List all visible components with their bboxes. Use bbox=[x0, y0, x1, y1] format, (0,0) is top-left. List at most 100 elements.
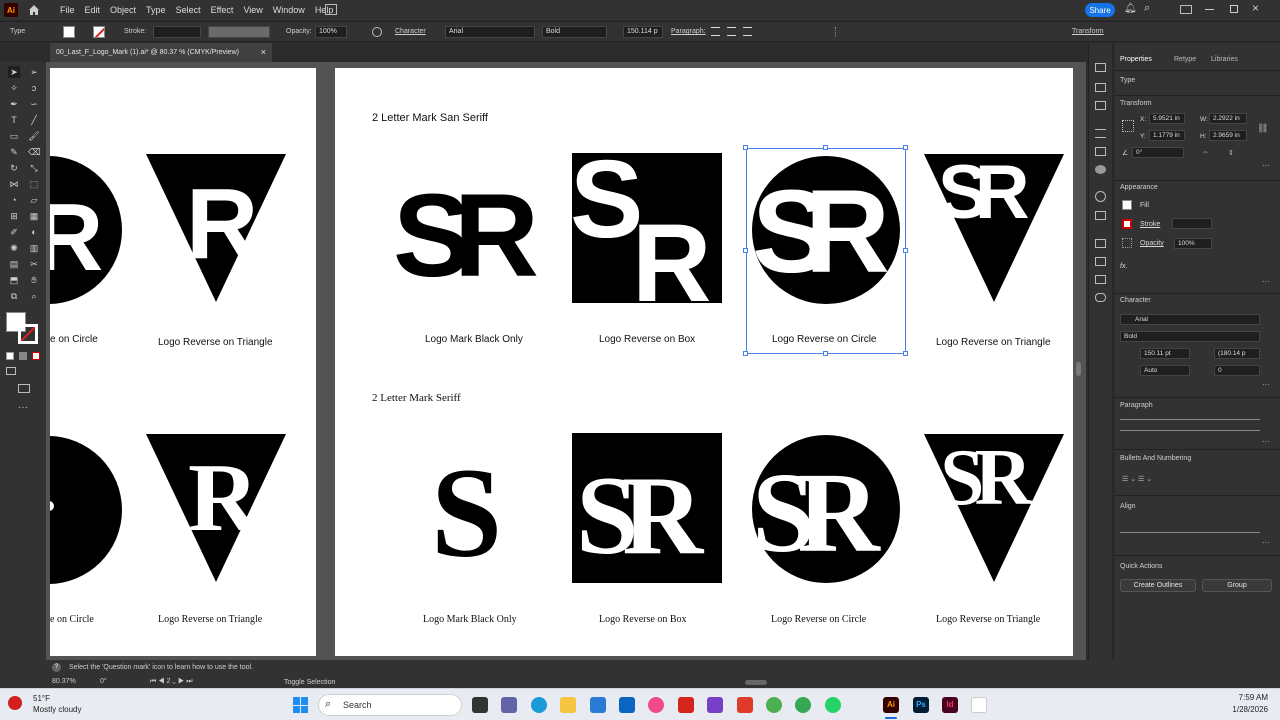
more-options-icon[interactable]: ··· bbox=[1262, 161, 1270, 170]
status-mode[interactable]: Toggle Selection bbox=[284, 679, 335, 686]
taskbar-search-input[interactable]: Search bbox=[318, 694, 462, 716]
opacity-field-panel[interactable]: 100% bbox=[1174, 238, 1212, 249]
panel-icon[interactable] bbox=[1095, 101, 1106, 110]
rotation-field[interactable]: 0° bbox=[100, 678, 140, 688]
blend-tool-icon[interactable]: ◐ bbox=[28, 226, 40, 238]
chart-tool-icon[interactable]: ▤ bbox=[8, 258, 20, 270]
selection-handle[interactable] bbox=[823, 145, 828, 150]
windows-start-icon[interactable] bbox=[293, 697, 309, 713]
panel-icon[interactable] bbox=[1095, 275, 1106, 284]
panel-icon[interactable] bbox=[1095, 63, 1106, 72]
font-family-field-panel[interactable]: Arial bbox=[1120, 314, 1260, 325]
app-logo[interactable]: Ai bbox=[4, 3, 18, 17]
group-button[interactable]: Group bbox=[1202, 579, 1272, 592]
selection-handle[interactable] bbox=[903, 248, 908, 253]
weather-icon[interactable] bbox=[8, 696, 22, 710]
tab-retype[interactable]: Retype bbox=[1174, 56, 1196, 63]
font-style-field-panel[interactable]: Bold bbox=[1120, 331, 1260, 342]
selection-handle[interactable] bbox=[743, 248, 748, 253]
selection-handle[interactable] bbox=[903, 145, 908, 150]
indesign-taskbar-icon[interactable]: Id bbox=[942, 697, 958, 713]
curvature-tool-icon[interactable]: ∽ bbox=[28, 98, 40, 110]
menu-view[interactable]: View bbox=[243, 5, 262, 15]
paragraph-link[interactable]: Paragraph: bbox=[671, 28, 706, 35]
type-tool-icon[interactable]: T bbox=[8, 114, 20, 126]
font-family-field[interactable]: Arial bbox=[445, 26, 535, 38]
lasso-tool-icon[interactable]: ↄ bbox=[28, 82, 40, 94]
panel-icon[interactable] bbox=[1095, 165, 1106, 174]
eyedropper-tool-icon[interactable]: ✐ bbox=[8, 226, 20, 238]
more-options-icon[interactable]: ··· bbox=[1262, 277, 1270, 286]
reference-point-icon[interactable] bbox=[1122, 120, 1134, 132]
horizontal-scrollbar[interactable] bbox=[745, 680, 767, 685]
align-right-icon[interactable] bbox=[743, 27, 752, 36]
app-red-icon[interactable] bbox=[737, 697, 753, 713]
stroke-weight-panel[interactable] bbox=[1172, 218, 1212, 229]
opacity-field[interactable]: 100% bbox=[315, 26, 347, 38]
home-icon[interactable] bbox=[28, 4, 40, 16]
create-outlines-button[interactable]: Create Outlines bbox=[1120, 579, 1196, 592]
slice-tool-icon[interactable]: ✂ bbox=[28, 258, 40, 270]
artboard-left[interactable]: R e on Circle R Logo Reverse on Triangle… bbox=[50, 68, 316, 656]
stroke-color-swatch[interactable] bbox=[18, 324, 38, 344]
store-icon[interactable] bbox=[590, 697, 606, 713]
panel-icon[interactable] bbox=[1095, 239, 1106, 248]
brush-field[interactable] bbox=[208, 26, 270, 38]
paragraph-align-buttons[interactable] bbox=[1120, 419, 1260, 431]
artboard-tool-icon[interactable]: ⬒ bbox=[8, 274, 20, 286]
zoom-tool-icon[interactable]: ⌕ bbox=[28, 290, 40, 302]
menu-file[interactable]: File bbox=[60, 5, 75, 15]
itunes-icon[interactable] bbox=[648, 697, 664, 713]
tracking-field-panel[interactable]: 0 bbox=[1214, 365, 1260, 376]
gradient-tool-icon[interactable]: ▦ bbox=[28, 210, 40, 222]
close-tab-icon[interactable]: × bbox=[261, 47, 266, 57]
chrome-icon[interactable] bbox=[795, 697, 811, 713]
whatsapp-icon[interactable] bbox=[825, 697, 841, 713]
panel-icon[interactable] bbox=[1095, 147, 1106, 156]
panel-icon[interactable] bbox=[1095, 129, 1106, 138]
opacity-label-panel[interactable]: Opacity bbox=[1140, 240, 1164, 247]
menu-window[interactable]: Window bbox=[273, 5, 305, 15]
app-feather-icon[interactable] bbox=[971, 697, 987, 713]
flip-horizontal-icon[interactable]: ⇔ bbox=[1202, 149, 1209, 156]
selection-handle[interactable] bbox=[903, 351, 908, 356]
none-mode-icon[interactable] bbox=[32, 352, 40, 360]
symbol-sprayer-tool-icon[interactable]: ✺ bbox=[8, 242, 20, 254]
stroke-swatch-panel[interactable] bbox=[1122, 219, 1132, 229]
vertical-scrollbar[interactable] bbox=[1076, 362, 1081, 376]
help-question-icon[interactable]: ? bbox=[52, 663, 61, 672]
menu-edit[interactable]: Edit bbox=[85, 5, 101, 15]
illustrator-taskbar-icon[interactable]: Ai bbox=[883, 697, 899, 713]
fill-swatch[interactable] bbox=[63, 26, 75, 38]
stroke-label-panel[interactable]: Stroke bbox=[1140, 221, 1160, 228]
perspective-tool-icon[interactable]: ▱ bbox=[28, 194, 40, 206]
angle-field[interactable]: 0° bbox=[1132, 147, 1184, 158]
close-icon[interactable]: × bbox=[1252, 1, 1259, 15]
font-style-field[interactable]: Bold bbox=[542, 26, 607, 38]
panel-icon[interactable] bbox=[1095, 211, 1106, 220]
selection-handle[interactable] bbox=[743, 351, 748, 356]
color-mode-icon[interactable] bbox=[6, 352, 14, 360]
tab-libraries[interactable]: Libraries bbox=[1211, 56, 1238, 63]
bullets-list-icon[interactable]: ☰ ⌄ ☰ ⌄ bbox=[1122, 475, 1152, 483]
share-button[interactable]: Share bbox=[1085, 3, 1115, 17]
y-field[interactable]: 1.1779 in bbox=[1149, 130, 1185, 141]
artboard-nav[interactable]: ⏮ ◀ 2 ⌄ ▶ ⏭ bbox=[150, 678, 193, 686]
menu-type[interactable]: Type bbox=[146, 5, 166, 15]
font-size-field[interactable]: 150.114 p bbox=[623, 26, 663, 38]
shaper-tool-icon[interactable]: ✎ bbox=[8, 146, 20, 158]
panel-icon[interactable] bbox=[1095, 191, 1106, 202]
clock-date[interactable]: 1/28/2026 bbox=[1208, 705, 1268, 714]
outlook-icon[interactable] bbox=[619, 697, 635, 713]
zoom-field[interactable]: 80.37% bbox=[52, 678, 90, 688]
draw-mode-icon[interactable] bbox=[6, 367, 16, 375]
fx-button[interactable]: fx. bbox=[1120, 263, 1127, 270]
stroke-weight-field[interactable] bbox=[153, 26, 201, 38]
menu-object[interactable]: Object bbox=[110, 5, 136, 15]
document-tab[interactable]: 00_Last_F_Logo_Mark (1).ai* @ 80.37 % (C… bbox=[50, 43, 272, 62]
more-options-icon[interactable]: ··· bbox=[1262, 538, 1270, 547]
artboard-main[interactable]: 2 Letter Mark San Seriff SR Logo Mark Bl… bbox=[335, 68, 1073, 656]
edge-icon[interactable] bbox=[531, 697, 547, 713]
panel-icon[interactable] bbox=[1095, 293, 1106, 302]
fill-swatch-panel[interactable] bbox=[1122, 200, 1132, 210]
